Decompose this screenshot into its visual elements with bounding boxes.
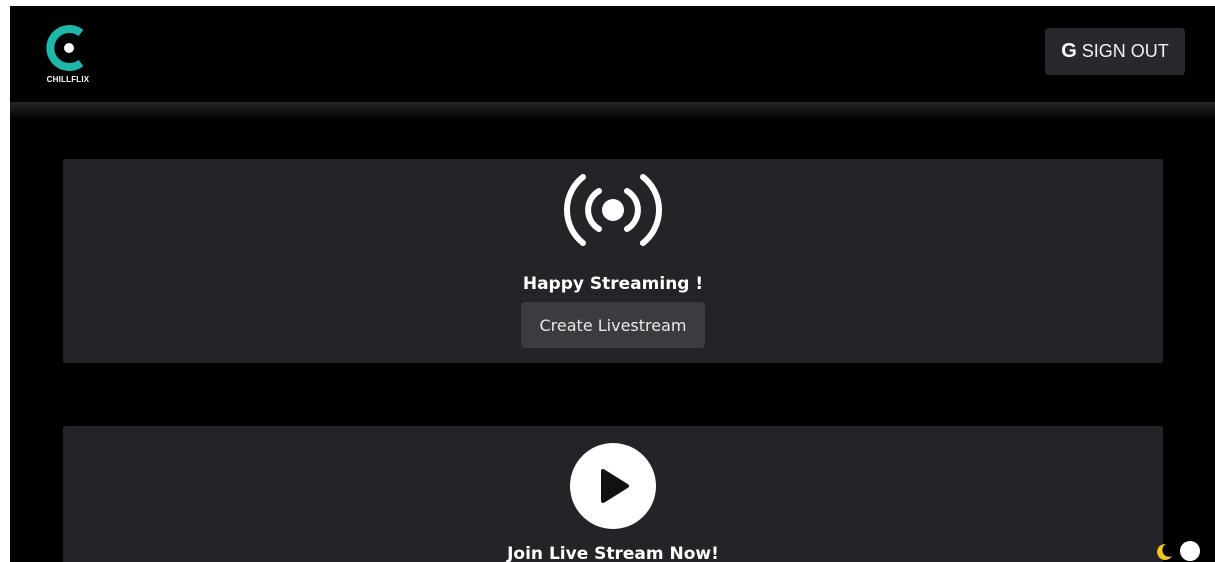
logo[interactable]: CHILLFLIX xyxy=(36,24,100,90)
play-icon[interactable] xyxy=(569,442,657,530)
google-g-icon: G xyxy=(1061,40,1077,62)
brand-name: CHILLFLIX xyxy=(46,75,90,84)
stream-card-title: Happy Streaming ! xyxy=(522,274,704,294)
sign-out-label: SIGN OUT xyxy=(1081,41,1169,61)
navbar: CHILLFLIX G SIGN OUT xyxy=(10,6,1215,102)
broadcast-icon xyxy=(564,174,662,246)
join-stream-card[interactable]: Join Live Stream Now! xyxy=(63,426,1163,562)
navbar-shadow xyxy=(10,102,1215,120)
moon-icon xyxy=(1157,541,1200,561)
create-stream-card: Happy Streaming ! Create Livestream xyxy=(63,159,1163,363)
create-livestream-button[interactable]: Create Livestream xyxy=(521,302,705,348)
join-card-title: Join Live Stream Now! xyxy=(507,544,719,562)
chillflix-logo-icon xyxy=(46,25,84,71)
theme-toggle[interactable] xyxy=(1148,539,1204,562)
sign-out-button[interactable]: G SIGN OUT xyxy=(1045,28,1185,75)
app-window: CHILLFLIX G SIGN OUT Happy Streaming ! C… xyxy=(10,6,1215,562)
